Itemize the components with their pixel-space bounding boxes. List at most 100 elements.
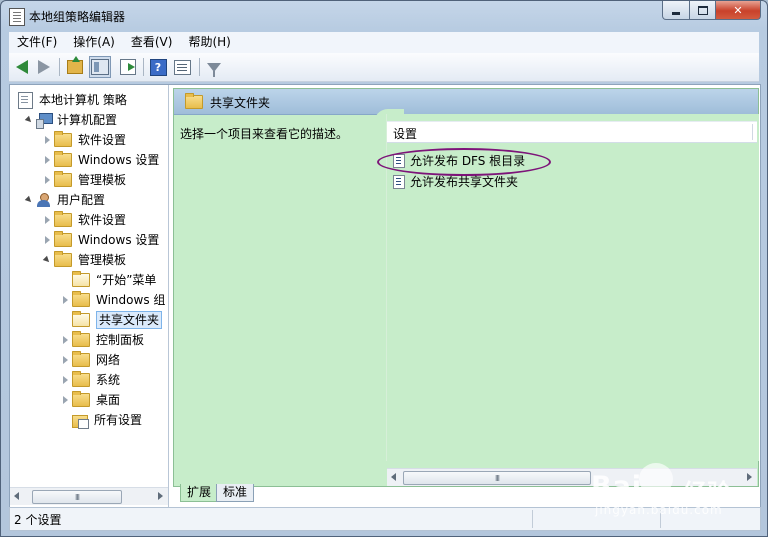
scroll-right-icon[interactable] <box>158 492 163 500</box>
description-text: 选择一个项目来查看它的描述。 <box>180 127 349 141</box>
menu-action[interactable]: 操作(A) <box>65 32 123 53</box>
tree-item-user-software[interactable]: 软件设置 <box>42 210 126 230</box>
maximize-icon <box>697 5 708 15</box>
collapse-arrow-icon <box>42 255 52 265</box>
show-hide-tree-button[interactable] <box>89 56 111 78</box>
tree-item-all-settings[interactable]: 所有设置 <box>72 410 142 430</box>
tree-item-computer-admin[interactable]: 管理模板 <box>42 170 126 190</box>
expand-toggle[interactable] <box>24 195 34 205</box>
details-header: 共享文件夹 <box>174 89 758 115</box>
tree-item-label: 系统 <box>96 373 121 387</box>
expand-toggle[interactable] <box>42 175 52 185</box>
tab-extended[interactable]: 扩展 <box>180 484 219 502</box>
folder-icon <box>72 371 90 387</box>
properties-icon <box>173 59 191 75</box>
tree-item-desktop[interactable]: 桌面 <box>60 390 120 410</box>
expand-arrow-icon <box>62 336 68 344</box>
close-button[interactable]: ✕ <box>716 1 761 20</box>
list-item-label: 允许发布共享文件夹 <box>410 175 519 189</box>
tree-item-user-admin[interactable]: 管理模板 <box>42 250 126 270</box>
list-item-dfs-root[interactable]: 允许发布 DFS 根目录 <box>377 148 551 176</box>
policy-setting-icon <box>393 175 405 189</box>
toolbar-separator <box>143 58 144 76</box>
expand-toggle[interactable] <box>60 335 70 345</box>
scroll-thumb[interactable]: III <box>32 490 122 504</box>
caption-buttons: ✕ <box>662 1 761 20</box>
tree-pane[interactable]: 本地计算机 策略 计算机配置 软件设置 Windows 设置 管理模板 用户配置… <box>10 85 169 507</box>
column-header-label: 设置 <box>393 127 418 141</box>
scroll-left-icon[interactable] <box>391 473 396 481</box>
export-icon <box>120 59 136 75</box>
expand-toggle[interactable] <box>42 255 52 265</box>
expand-toggle[interactable] <box>42 135 52 145</box>
forward-button[interactable] <box>35 58 53 76</box>
paw-logo-icon <box>639 463 673 495</box>
tree-item-control-panel[interactable]: 控制面板 <box>60 330 144 350</box>
expand-toggle[interactable] <box>42 215 52 225</box>
tree-item-system[interactable]: 系统 <box>60 370 120 390</box>
tree-item-user-config[interactable]: 用户配置 <box>24 190 105 210</box>
tab-standard[interactable]: 标准 <box>216 484 255 502</box>
tree-item-label: 网络 <box>96 353 121 367</box>
column-separator <box>752 124 753 140</box>
menu-help[interactable]: 帮助(H) <box>180 32 238 53</box>
expand-toggle[interactable] <box>60 355 70 365</box>
tree-item-network[interactable]: 网络 <box>60 350 120 370</box>
collapse-arrow-icon <box>24 115 34 125</box>
filter-button[interactable] <box>205 58 223 77</box>
tree-item-computer-windows[interactable]: Windows 设置 <box>42 150 159 170</box>
folder-icon <box>54 251 72 267</box>
tree-item-start-menu[interactable]: “开始”菜单 <box>72 270 156 290</box>
tree-item-label: Windows 设置 <box>78 153 160 167</box>
expand-toggle[interactable] <box>60 375 70 385</box>
folder-icon <box>54 171 72 187</box>
settings-list[interactable]: 设置 允许发布 DFS 根目录 允许发布共享文件夹 III <box>377 114 759 486</box>
minimize-icon <box>672 11 680 15</box>
expand-arrow-icon <box>44 156 50 164</box>
list-item-shared-folders[interactable]: 允许发布共享文件夹 <box>393 172 518 192</box>
folder-icon <box>54 231 72 247</box>
policy-doc-icon <box>18 91 33 109</box>
title-bar[interactable]: 本地组策略编辑器 ✕ <box>1 1 767 31</box>
tree-item-label: 本地计算机 策略 <box>39 93 127 107</box>
help-icon: ? <box>149 58 167 76</box>
export-list-button[interactable] <box>119 58 137 76</box>
tree-item-label: 软件设置 <box>78 213 127 227</box>
scroll-thumb[interactable]: III <box>403 471 591 485</box>
folder-icon <box>72 311 90 327</box>
menu-bar: 文件(F) 操作(A) 查看(V) 帮助(H) <box>9 32 759 53</box>
menu-file[interactable]: 文件(F) <box>9 32 65 53</box>
tree-item-shared-folders[interactable]: 共享文件夹 <box>72 310 163 330</box>
tree-item-label: 软件设置 <box>78 133 127 147</box>
tree-item-user-windows[interactable]: Windows 设置 <box>42 230 159 250</box>
folder-icon <box>185 93 203 109</box>
collapse-arrow-icon <box>24 195 34 205</box>
back-button[interactable] <box>13 58 31 76</box>
properties-button[interactable] <box>173 58 191 76</box>
expand-toggle[interactable] <box>42 155 52 165</box>
expand-arrow-icon <box>62 396 68 404</box>
user-icon <box>36 193 52 207</box>
tree-item-label: Windows 组 <box>96 293 166 307</box>
tree-item-computer-software[interactable]: 软件设置 <box>42 130 126 150</box>
window-title: 本地组策略编辑器 <box>29 10 126 24</box>
menu-view[interactable]: 查看(V) <box>123 32 181 53</box>
tree-item-computer-config[interactable]: 计算机配置 <box>24 110 117 130</box>
folder-icon <box>54 211 72 227</box>
expand-toggle[interactable] <box>42 235 52 245</box>
tree-item-root[interactable]: 本地计算机 策略 <box>18 90 127 110</box>
expand-toggle[interactable] <box>60 395 70 405</box>
status-separator <box>532 510 533 528</box>
expand-arrow-icon <box>44 136 50 144</box>
tree-item-windows-components[interactable]: Windows 组 <box>60 290 165 310</box>
up-one-level-button[interactable] <box>66 56 84 76</box>
maximize-button[interactable] <box>690 1 716 20</box>
tree-item-label: 桌面 <box>96 393 121 407</box>
minimize-button[interactable] <box>662 1 690 20</box>
tree-horizontal-scrollbar[interactable]: III <box>10 487 168 505</box>
help-button[interactable]: ? <box>149 58 167 76</box>
column-header-setting[interactable]: 设置 <box>387 121 757 143</box>
expand-toggle[interactable] <box>60 295 70 305</box>
expand-toggle[interactable] <box>24 115 34 125</box>
scroll-left-icon[interactable] <box>14 492 19 500</box>
